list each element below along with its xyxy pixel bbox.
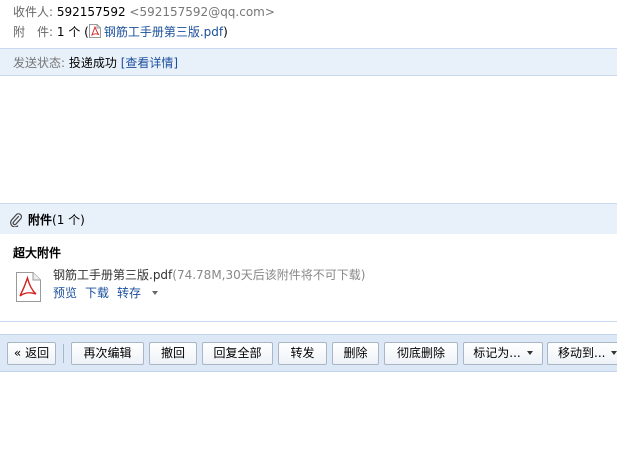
mail-toolbar: « 返回 再次编辑 撤回 回复全部 转发 删除 彻底删除 标记为... 移动到.… [0,334,617,372]
reedit-button[interactable]: 再次编辑 [71,342,144,365]
preview-link[interactable]: 预览 [53,286,77,300]
pdf-file-icon [88,24,101,38]
status-value: 投递成功 [68,56,117,70]
attachment-title: 附件 [28,213,53,227]
forward-button[interactable]: 转发 [278,342,327,365]
attachment-file-link[interactable]: 钢筋工手册第三版.pdf [104,25,223,39]
pdf-document-icon[interactable] [13,271,43,303]
recipient-name[interactable]: 592157592 [57,5,126,19]
move-to-dropdown[interactable]: 移动到... [547,342,617,365]
delivery-status-bar: 发送状态: 投递成功 [查看详情] [0,48,617,76]
attachment-actions: 预览 下载 转存 [53,285,166,302]
attachment-count: 1 个 ( [56,25,89,39]
download-link[interactable]: 下载 [85,286,109,300]
mark-as-dropdown[interactable]: 标记为... [463,342,543,365]
reply-all-button[interactable]: 回复全部 [202,342,273,365]
toolbar-separator [63,344,64,363]
attachment-total-count: (1 个) [52,213,85,227]
save-to-link[interactable]: 转存 [117,286,159,300]
delete-button[interactable]: 删除 [332,342,379,365]
large-attachment-label: 超大附件 [13,246,62,260]
status-row: 发送状态: 投递成功 [查看详情] [13,54,178,72]
attachment-file-name[interactable]: 钢筋工手册第三版.pdf [53,268,172,282]
status-details-link[interactable]: [查看详情] [121,56,178,70]
attachment-section-title: 附件(1 个) [28,211,85,229]
save-to-label: 转存 [117,286,142,300]
status-label: 发送状态: [13,56,66,70]
mail-header: 收件人: 592157592 <592157592@qq.com> 附 件: 1… [0,0,617,48]
back-button[interactable]: « 返回 [7,342,56,365]
chevron-down-icon [152,291,159,295]
attachment-section-body: 超大附件 钢筋工手册第三版.pdf(74.78M,30天后该附件将不可下载) 预… [0,234,617,322]
paperclip-icon [10,213,22,227]
chevron-down-icon [526,351,533,355]
attachment-row: 附 件: 1 个 ( 钢筋工手册第三版.pdf) [13,23,228,41]
recipient-email: <592157592@qq.com> [129,5,275,19]
delete-permanently-button[interactable]: 彻底删除 [384,342,458,365]
recall-button[interactable]: 撤回 [149,342,197,365]
attachment-file-meta: (74.78M,30天后该附件将不可下载) [172,268,366,282]
attachment-close: ) [223,25,228,39]
attachment-label: 附 件: [13,25,54,39]
attachment-file-info: 钢筋工手册第三版.pdf(74.78M,30天后该附件将不可下载) [53,267,365,284]
mark-as-label: 标记为... [473,346,521,360]
recipient-label: 收件人: [13,5,54,19]
chevron-down-icon [611,351,617,355]
move-to-label: 移动到... [558,346,606,360]
recipient-row: 收件人: 592157592 <592157592@qq.com> [13,3,275,21]
attachment-section-header: 附件(1 个) [0,203,617,234]
